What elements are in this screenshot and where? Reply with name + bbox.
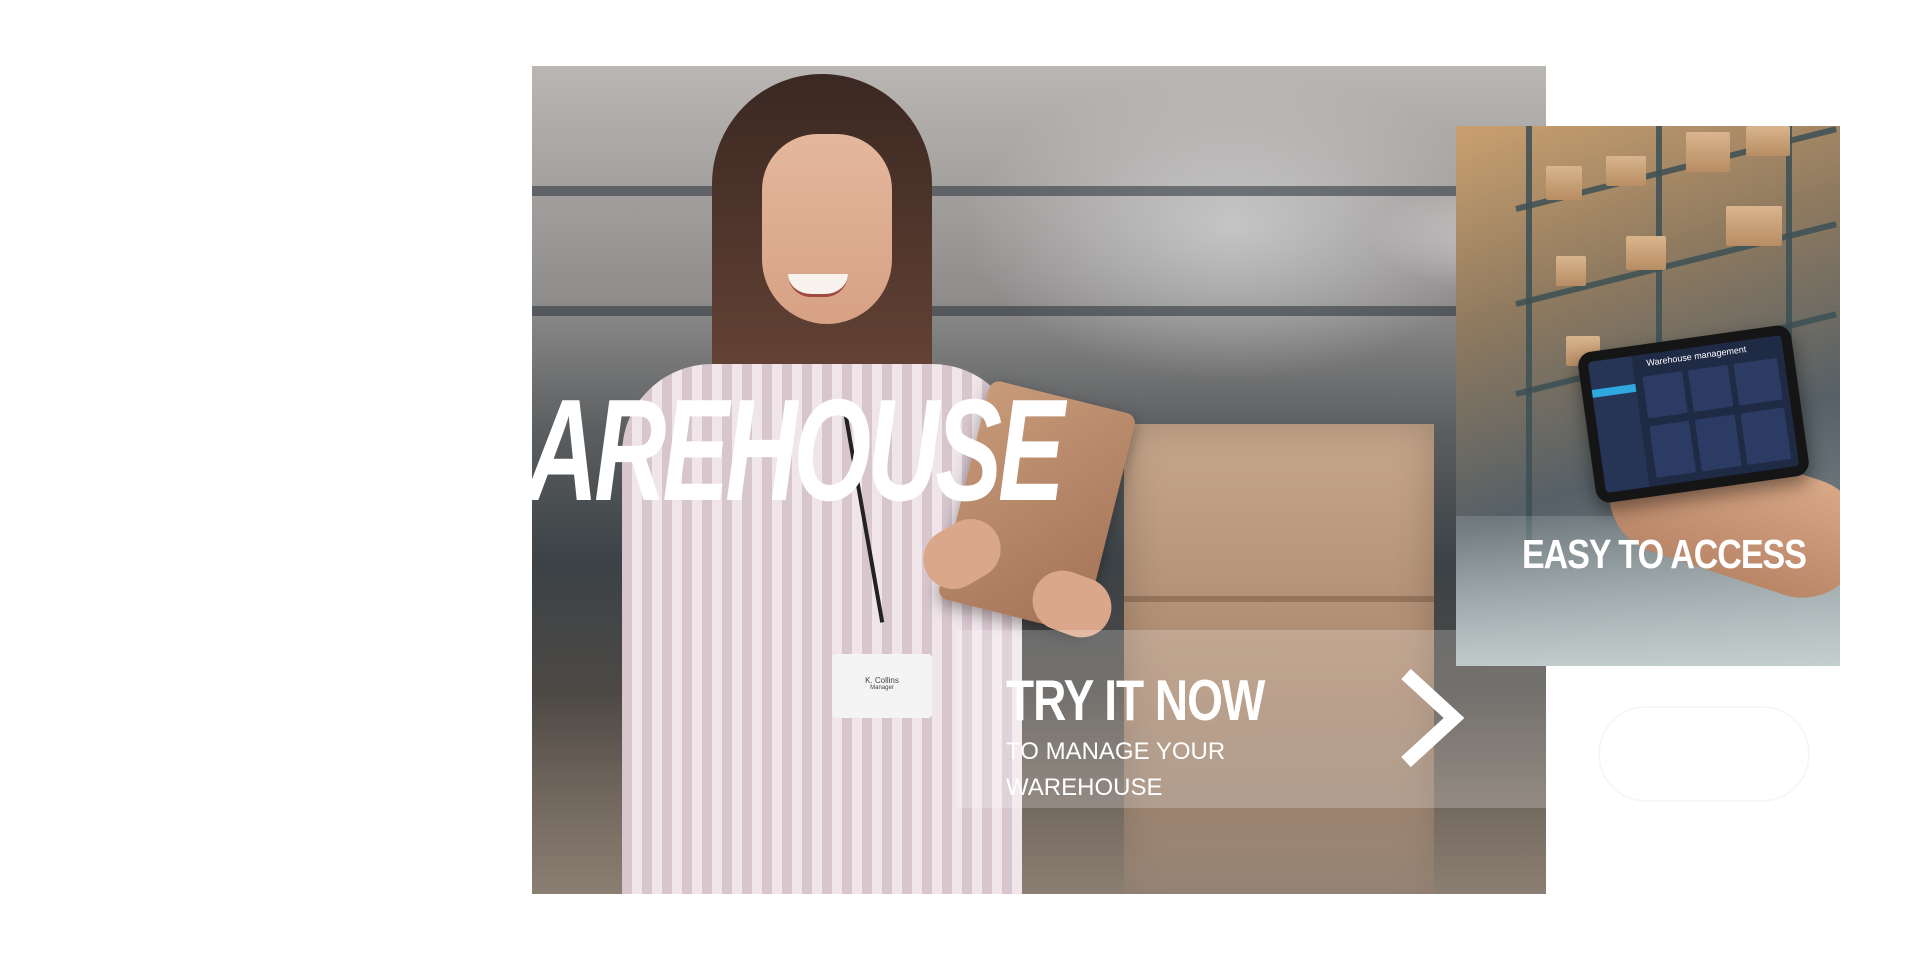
screen-widget — [1687, 364, 1734, 412]
dashboard-tablet: Warehouse management — [1576, 323, 1811, 505]
cta-title: TRY IT NOW — [1006, 667, 1265, 733]
carton — [1606, 156, 1646, 186]
easy-access-card: Warehouse management EASY TO ACCESS — [1456, 126, 1840, 666]
screen-widget — [1649, 420, 1697, 478]
screen-title: Warehouse management — [1645, 344, 1747, 369]
screen-widget — [1642, 371, 1688, 419]
screen-widget — [1733, 357, 1783, 406]
headline: AREHOUSE — [0, 220, 1100, 531]
carton — [1546, 166, 1582, 200]
cta-subtitle: TO MANAGE YOUR WAREHOUSE — [1006, 738, 1226, 801]
screen-sidebar-active — [1591, 383, 1637, 398]
screen-widget — [1694, 414, 1742, 472]
badge-role: Manager — [870, 685, 894, 691]
badge-name: K. Collins — [865, 676, 899, 685]
box-seam — [1124, 596, 1434, 602]
carton — [1686, 132, 1730, 172]
headline-line-bottom: AREHOUSE — [526, 369, 1065, 532]
carton — [1556, 256, 1586, 286]
name-badge: K. Collins Manager — [832, 654, 932, 718]
ghost-pill-button[interactable] — [1598, 706, 1810, 802]
carton — [1626, 236, 1666, 270]
easy-to-access-caption: EASY TO ACCESS — [1522, 532, 1807, 578]
tablet-screen: Warehouse management — [1587, 335, 1800, 493]
chevron-right-icon[interactable] — [1394, 668, 1464, 768]
screen-sidebar — [1587, 356, 1650, 493]
carton — [1746, 126, 1790, 156]
screen-widget — [1740, 407, 1792, 465]
carton — [1726, 206, 1782, 246]
rack-post — [1526, 126, 1532, 546]
